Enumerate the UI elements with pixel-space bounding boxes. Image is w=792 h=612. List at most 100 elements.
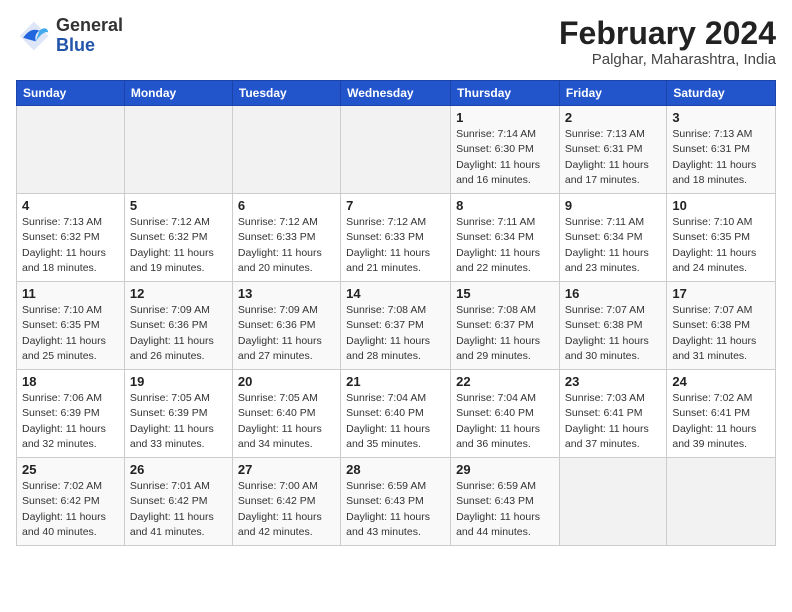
day-info: Sunrise: 7:02 AM Sunset: 6:42 PM Dayligh… <box>22 479 119 540</box>
title-area: February 2024 Palghar, Maharashtra, Indi… <box>559 16 776 68</box>
calendar-cell: 5 Sunrise: 7:12 AM Sunset: 6:32 PM Daylig… <box>124 194 232 282</box>
day-info: Sunrise: 7:02 AM Sunset: 6:41 PM Dayligh… <box>672 391 770 452</box>
day-info: Sunrise: 7:11 AM Sunset: 6:34 PM Dayligh… <box>565 215 661 276</box>
calendar-cell: 4Sunrise: 7:13 AM Sunset: 6:32 PM Daylig… <box>17 194 125 282</box>
day-info: Sunrise: 7:07 AM Sunset: 6:38 PM Dayligh… <box>672 303 770 364</box>
day-number: 28 <box>346 462 445 477</box>
calendar-week-row: 25 Sunrise: 7:02 AM Sunset: 6:42 PM Dayli… <box>17 458 776 546</box>
day-number: 2 <box>565 110 661 125</box>
calendar-cell: 1 Sunrise: 7:14 AM Sunset: 6:30 PM Daylig… <box>451 106 560 194</box>
day-number: 17 <box>672 286 770 301</box>
day-info: Sunrise: 7:05 AM Sunset: 6:40 PM Dayligh… <box>238 391 335 452</box>
calendar-table: SundayMondayTuesdayWednesdayThursdayFrid… <box>16 80 776 546</box>
day-info: Sunrise: 7:14 AM Sunset: 6:30 PM Dayligh… <box>456 127 554 188</box>
weekday-header-wednesday: Wednesday <box>341 81 451 106</box>
day-number: 1 <box>456 110 554 125</box>
day-info: Sunrise: 7:10 AM Sunset: 6:35 PM Dayligh… <box>672 215 770 276</box>
calendar-cell <box>17 106 125 194</box>
weekday-header-monday: Monday <box>124 81 232 106</box>
day-info: Sunrise: 6:59 AM Sunset: 6:43 PM Dayligh… <box>346 479 445 540</box>
calendar-cell: 2 Sunrise: 7:13 AM Sunset: 6:31 PM Daylig… <box>559 106 666 194</box>
weekday-header-row: SundayMondayTuesdayWednesdayThursdayFrid… <box>17 81 776 106</box>
calendar-cell: 20 Sunrise: 7:05 AM Sunset: 6:40 PM Dayli… <box>232 370 340 458</box>
calendar-cell: 27 Sunrise: 7:00 AM Sunset: 6:42 PM Dayli… <box>232 458 340 546</box>
day-info: Sunrise: 7:12 AM Sunset: 6:33 PM Dayligh… <box>238 215 335 276</box>
day-number: 15 <box>456 286 554 301</box>
day-number: 8 <box>456 198 554 213</box>
day-number: 25 <box>22 462 119 477</box>
logo-icon <box>16 18 52 54</box>
day-info: Sunrise: 7:12 AM Sunset: 6:32 PM Dayligh… <box>130 215 227 276</box>
calendar-week-row: 18 Sunrise: 7:06 AM Sunset: 6:39 PM Dayli… <box>17 370 776 458</box>
day-number: 9 <box>565 198 661 213</box>
day-number: 23 <box>565 374 661 389</box>
day-number: 3 <box>672 110 770 125</box>
day-number: 24 <box>672 374 770 389</box>
calendar-cell: 14Sunrise: 7:08 AM Sunset: 6:37 PM Dayli… <box>341 282 451 370</box>
day-number: 19 <box>130 374 227 389</box>
calendar-cell <box>667 458 776 546</box>
day-info: Sunrise: 7:09 AM Sunset: 6:36 PM Dayligh… <box>130 303 227 364</box>
day-info: Sunrise: 7:04 AM Sunset: 6:40 PM Dayligh… <box>346 391 445 452</box>
calendar-cell: 28 Sunrise: 6:59 AM Sunset: 6:43 PM Dayli… <box>341 458 451 546</box>
calendar-cell <box>232 106 340 194</box>
day-info: Sunrise: 7:10 AM Sunset: 6:35 PM Dayligh… <box>22 303 119 364</box>
weekday-header-thursday: Thursday <box>451 81 560 106</box>
day-number: 18 <box>22 374 119 389</box>
calendar-cell <box>559 458 666 546</box>
calendar-week-row: 1 Sunrise: 7:14 AM Sunset: 6:30 PM Daylig… <box>17 106 776 194</box>
day-number: 6 <box>238 198 335 213</box>
calendar-cell <box>341 106 451 194</box>
calendar-cell: 19Sunrise: 7:05 AM Sunset: 6:39 PM Dayli… <box>124 370 232 458</box>
calendar-cell: 3 Sunrise: 7:13 AM Sunset: 6:31 PM Daylig… <box>667 106 776 194</box>
calendar-cell: 9 Sunrise: 7:11 AM Sunset: 6:34 PM Daylig… <box>559 194 666 282</box>
day-info: Sunrise: 7:03 AM Sunset: 6:41 PM Dayligh… <box>565 391 661 452</box>
calendar-cell: 15 Sunrise: 7:08 AM Sunset: 6:37 PM Dayli… <box>451 282 560 370</box>
day-number: 26 <box>130 462 227 477</box>
day-info: Sunrise: 7:00 AM Sunset: 6:42 PM Dayligh… <box>238 479 335 540</box>
day-number: 29 <box>456 462 554 477</box>
day-info: Sunrise: 7:07 AM Sunset: 6:38 PM Dayligh… <box>565 303 661 364</box>
day-info: Sunrise: 7:13 AM Sunset: 6:31 PM Dayligh… <box>672 127 770 188</box>
logo: General Blue <box>16 16 123 56</box>
day-number: 21 <box>346 374 445 389</box>
day-info: Sunrise: 7:09 AM Sunset: 6:36 PM Dayligh… <box>238 303 335 364</box>
calendar-cell: 29Sunrise: 6:59 AM Sunset: 6:43 PM Dayli… <box>451 458 560 546</box>
calendar-cell: 17 Sunrise: 7:07 AM Sunset: 6:38 PM Dayli… <box>667 282 776 370</box>
calendar-cell: 8 Sunrise: 7:11 AM Sunset: 6:34 PM Daylig… <box>451 194 560 282</box>
calendar-cell: 10 Sunrise: 7:10 AM Sunset: 6:35 PM Dayli… <box>667 194 776 282</box>
day-number: 5 <box>130 198 227 213</box>
day-info: Sunrise: 7:13 AM Sunset: 6:31 PM Dayligh… <box>565 127 661 188</box>
day-info: Sunrise: 7:12 AM Sunset: 6:33 PM Dayligh… <box>346 215 445 276</box>
day-info: Sunrise: 7:11 AM Sunset: 6:34 PM Dayligh… <box>456 215 554 276</box>
logo-text: General Blue <box>56 16 123 56</box>
day-number: 4 <box>22 198 119 213</box>
day-info: Sunrise: 7:01 AM Sunset: 6:42 PM Dayligh… <box>130 479 227 540</box>
calendar-cell: 23 Sunrise: 7:03 AM Sunset: 6:41 PM Dayli… <box>559 370 666 458</box>
calendar-cell: 18 Sunrise: 7:06 AM Sunset: 6:39 PM Dayli… <box>17 370 125 458</box>
day-info: Sunrise: 7:04 AM Sunset: 6:40 PM Dayligh… <box>456 391 554 452</box>
calendar-cell: 13Sunrise: 7:09 AM Sunset: 6:36 PM Dayli… <box>232 282 340 370</box>
calendar-cell: 22Sunrise: 7:04 AM Sunset: 6:40 PM Dayli… <box>451 370 560 458</box>
weekday-header-friday: Friday <box>559 81 666 106</box>
calendar-week-row: 4Sunrise: 7:13 AM Sunset: 6:32 PM Daylig… <box>17 194 776 282</box>
day-number: 7 <box>346 198 445 213</box>
page-header: General Blue February 2024 Palghar, Maha… <box>16 16 776 68</box>
calendar-week-row: 11 Sunrise: 7:10 AM Sunset: 6:35 PM Dayli… <box>17 282 776 370</box>
day-number: 20 <box>238 374 335 389</box>
day-number: 11 <box>22 286 119 301</box>
calendar-cell: 7 Sunrise: 7:12 AM Sunset: 6:33 PM Daylig… <box>341 194 451 282</box>
location-subtitle: Palghar, Maharashtra, India <box>559 51 776 68</box>
weekday-header-sunday: Sunday <box>17 81 125 106</box>
day-number: 27 <box>238 462 335 477</box>
calendar-cell: 25 Sunrise: 7:02 AM Sunset: 6:42 PM Dayli… <box>17 458 125 546</box>
weekday-header-saturday: Saturday <box>667 81 776 106</box>
day-info: Sunrise: 7:08 AM Sunset: 6:37 PM Dayligh… <box>456 303 554 364</box>
day-number: 10 <box>672 198 770 213</box>
day-number: 16 <box>565 286 661 301</box>
day-number: 12 <box>130 286 227 301</box>
calendar-cell: 21 Sunrise: 7:04 AM Sunset: 6:40 PM Dayli… <box>341 370 451 458</box>
calendar-cell: 6 Sunrise: 7:12 AM Sunset: 6:33 PM Daylig… <box>232 194 340 282</box>
calendar-cell: 12 Sunrise: 7:09 AM Sunset: 6:36 PM Dayli… <box>124 282 232 370</box>
day-info: Sunrise: 7:06 AM Sunset: 6:39 PM Dayligh… <box>22 391 119 452</box>
